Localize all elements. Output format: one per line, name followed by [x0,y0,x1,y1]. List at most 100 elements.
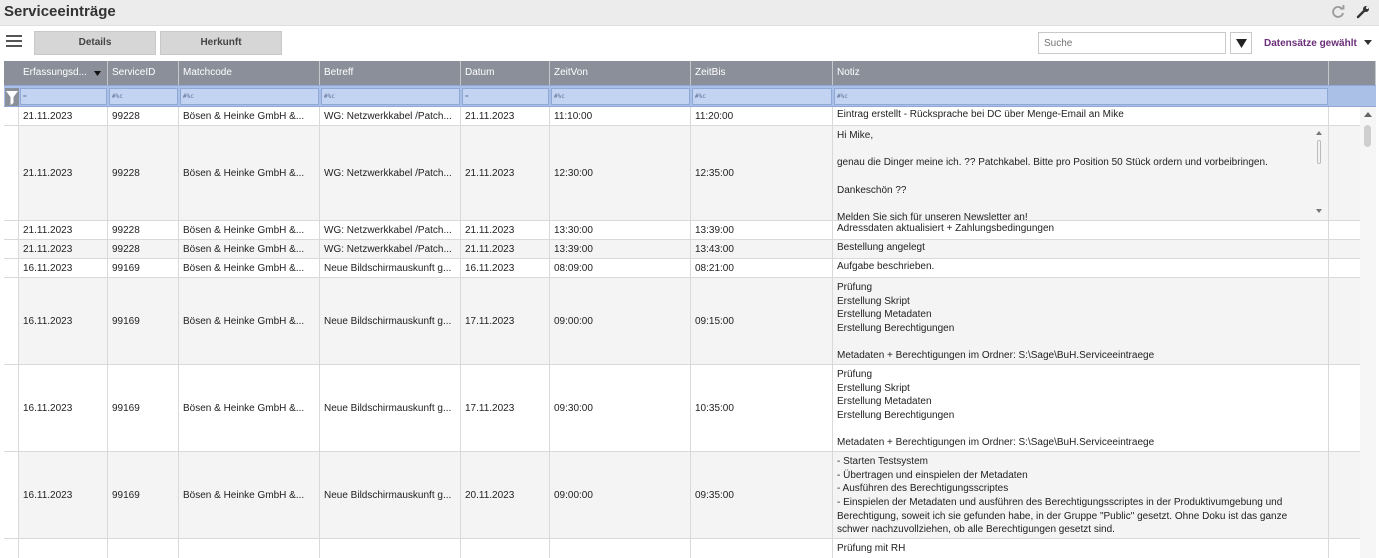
col-zeitbis-cell[interactable]: 08:21:00 [691,259,833,277]
col-serviceid-cell[interactable]: 99169 [108,278,179,364]
col-datum-cell[interactable]: 16.11.2023 [461,259,550,277]
col-matchcode-cell[interactable]: Bösen & Heinke GmbH &... [179,107,320,125]
table-row[interactable]: 21.11.2023 99228 Bösen & Heinke GmbH &... W… [4,126,1360,221]
col-matchcode-cell[interactable] [179,539,320,558]
col-serviceid-cell[interactable] [108,539,179,558]
col-erfassungsdatum-cell[interactable]: 21.11.2023 [19,240,108,258]
col-serviceid-cell[interactable]: 99228 [108,107,179,125]
col-betreff-cell[interactable]: Neue Bildschirmauskunft g... [320,278,461,364]
col-datum-cell[interactable]: 21.11.2023 [461,107,550,125]
table-row[interactable]: 21.11.2023 99228 Bösen & Heinke GmbH &... W… [4,221,1360,240]
col-betreff-cell[interactable]: WG: Netzwerkkabel /Patch... [320,126,461,220]
col-zeitvon-cell[interactable]: 13:30:00 [550,221,691,239]
col-matchcode-cell[interactable]: Bösen & Heinke GmbH &... [179,452,320,538]
col-datum-filter[interactable]: = [462,88,549,105]
col-betreff-cell[interactable]: Neue Bildschirmauskunft g... [320,259,461,277]
table-row[interactable]: 16.11.2023 99169 Bösen & Heinke GmbH &... N… [4,452,1360,539]
col-datum-cell[interactable]: 17.11.2023 [461,365,550,451]
search-input[interactable] [1038,32,1226,54]
col-datum-cell[interactable]: 21.11.2023 [461,126,550,220]
filter-dropdown-button[interactable] [1230,32,1252,54]
col-notiz-cell[interactable]: Prüfung mit RH [833,539,1329,558]
sort-desc-icon[interactable] [94,71,101,76]
col-zeitbis-cell[interactable]: 09:15:00 [691,278,833,364]
table-row[interactable]: 16.11.2023 99169 Bösen & Heinke GmbH &... N… [4,365,1360,452]
col-zeitbis-cell[interactable]: 13:43:00 [691,240,833,258]
col-serviceid-cell[interactable]: 99169 [108,365,179,451]
col-matchcode-cell[interactable]: Bösen & Heinke GmbH &... [179,365,320,451]
refresh-icon[interactable] [1330,4,1346,20]
col-notiz-cell[interactable]: Eintrag erstellt - Rücksprache bei DC üb… [833,107,1329,125]
hamburger-icon[interactable] [6,35,22,49]
col-serviceid-cell[interactable]: 99169 [108,259,179,277]
col-serviceid-cell[interactable]: 99228 [108,221,179,239]
col-matchcode-header[interactable]: Matchcode [179,61,320,85]
col-zeitbis-filter[interactable]: #%c [692,88,832,105]
col-datum-header[interactable]: Datum [461,61,550,85]
col-zeitbis-cell[interactable] [691,539,833,558]
col-zeitvon-filter[interactable]: #%c [551,88,690,105]
col-betreff-cell[interactable]: WG: Netzwerkkabel /Patch... [320,107,461,125]
col-matchcode-cell[interactable]: Bösen & Heinke GmbH &... [179,259,320,277]
row-selector[interactable] [4,278,19,364]
col-serviceid-cell[interactable]: 99169 [108,452,179,538]
col-erfassungsdatum-cell[interactable]: 16.11.2023 [19,452,108,538]
col-erfassungsdatum-cell[interactable]: 21.11.2023 [19,221,108,239]
row-selector[interactable] [4,452,19,538]
scroll-up-icon[interactable] [1364,111,1372,117]
row-selector[interactable] [4,240,19,258]
col-zeitbis-header[interactable]: ZeitBis [691,61,833,85]
col-matchcode-cell[interactable]: Bösen & Heinke GmbH &... [179,278,320,364]
col-serviceid-cell[interactable]: 99228 [108,240,179,258]
col-serviceid-filter[interactable]: #%c [109,88,178,105]
col-betreff-cell[interactable]: Neue Bildschirmauskunft g... [320,452,461,538]
col-serviceid-cell[interactable]: 99228 [108,126,179,220]
col-betreff-cell[interactable]: WG: Netzwerkkabel /Patch... [320,221,461,239]
col-datum-cell[interactable]: 20.11.2023 [461,452,550,538]
table-row[interactable]: 16.11.2023 99169 Bösen & Heinke GmbH &... N… [4,278,1360,365]
col-betreff-cell[interactable]: Neue Bildschirmauskunft g... [320,365,461,451]
col-datum-cell[interactable]: 17.11.2023 [461,278,550,364]
col-zeitbis-cell[interactable]: 11:20:00 [691,107,833,125]
notiz-scrollbar[interactable] [1314,126,1324,220]
records-selected-label[interactable]: Datensätze gewählt [1264,38,1357,49]
table-row[interactable]: 21.11.2023 99228 Bösen & Heinke GmbH &... W… [4,240,1360,259]
row-selector[interactable] [4,539,19,558]
col-betreff-cell[interactable] [320,539,461,558]
scrollbar-thumb[interactable] [1364,125,1371,147]
col-erfassungsdatum-cell[interactable]: 16.11.2023 [19,278,108,364]
col-zeitvon-cell[interactable]: 11:10:00 [550,107,691,125]
filter-funnel-icon[interactable] [5,88,19,106]
col-zeitvon-cell[interactable]: 09:00:00 [550,278,691,364]
col-zeitbis-cell[interactable]: 13:39:00 [691,221,833,239]
col-matchcode-cell[interactable]: Bösen & Heinke GmbH &... [179,221,320,239]
chevron-down-icon[interactable] [1364,40,1372,46]
col-zeitbis-cell[interactable]: 09:35:00 [691,452,833,538]
col-notiz-cell[interactable]: Prüfung Erstellung Skript Erstellung Metad… [833,365,1329,451]
col-betreff-filter[interactable]: #%c [321,88,460,105]
col-betreff-cell[interactable]: WG: Netzwerkkabel /Patch... [320,240,461,258]
col-zeitvon-cell[interactable]: 08:09:00 [550,259,691,277]
row-selector[interactable] [4,365,19,451]
col-zeitvon-cell[interactable]: 09:30:00 [550,365,691,451]
col-erfassungsdatum-cell[interactable]: 16.11.2023 [19,365,108,451]
col-notiz-header[interactable]: Notiz [833,61,1329,85]
col-notiz-cell[interactable]: Prüfung Erstellung Skript Erstellung Metad… [833,278,1329,364]
col-zeitbis-cell[interactable]: 10:35:00 [691,365,833,451]
col-matchcode-cell[interactable]: Bösen & Heinke GmbH &... [179,240,320,258]
col-zeitvon-cell[interactable]: 09:00:00 [550,452,691,538]
col-matchcode-cell[interactable]: Bösen & Heinke GmbH &... [179,126,320,220]
col-zeitvon-cell[interactable]: 12:30:00 [550,126,691,220]
col-erfassungsdatum-filter[interactable]: = [20,88,107,105]
table-row[interactable]: Prüfung mit RH [4,539,1360,558]
col-erfassungsdatum-cell[interactable] [19,539,108,558]
col-notiz-cell[interactable]: Bestellung angelegt [833,240,1329,258]
row-selector[interactable] [4,259,19,277]
col-erfassungsdatum-cell[interactable]: 21.11.2023 [19,126,108,220]
col-matchcode-filter[interactable]: #%c [180,88,319,105]
col-notiz-cell[interactable]: Hi Mike, genau die Dinger meine ich. ?? P… [833,126,1329,220]
wrench-icon[interactable] [1355,4,1371,20]
table-row[interactable]: 21.11.2023 99228 Bösen & Heinke GmbH &... W… [4,107,1360,126]
col-erfassungsdatum-header[interactable]: Erfassungsd... [19,61,108,85]
col-betreff-header[interactable]: Betreff [320,61,461,85]
